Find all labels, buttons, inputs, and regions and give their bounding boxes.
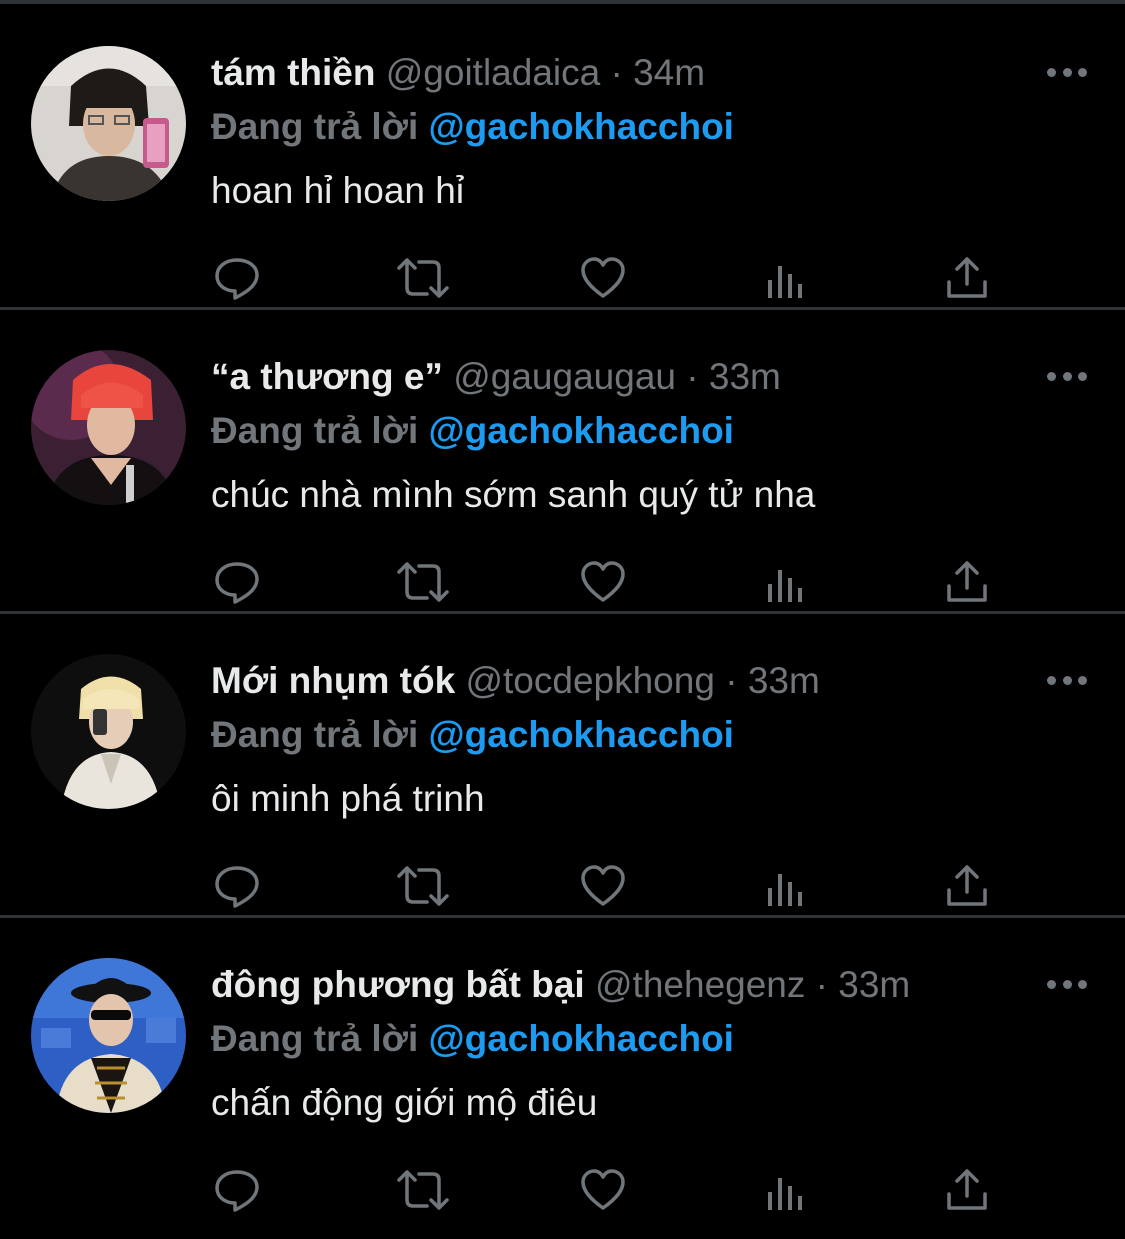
replying-to-label: Đang trả lời bbox=[211, 1018, 419, 1059]
display-name[interactable]: đông phương bất bại bbox=[211, 964, 585, 1005]
tweet-actions bbox=[213, 558, 993, 606]
views-bar-chart-icon[interactable] bbox=[762, 1166, 810, 1214]
replying-to-handle[interactable]: @gachokhacchoi bbox=[429, 106, 734, 147]
timestamp[interactable]: 33m bbox=[709, 356, 781, 397]
avatar[interactable] bbox=[31, 350, 186, 505]
reply-bubble-icon[interactable] bbox=[213, 1166, 261, 1214]
replying-to-label: Đang trả lời bbox=[211, 410, 419, 451]
tweet-actions bbox=[213, 254, 993, 302]
separator-dot: · bbox=[686, 356, 699, 397]
user-handle[interactable]: @gaugaugau bbox=[453, 356, 676, 397]
separator-dot: · bbox=[725, 660, 738, 701]
avatar[interactable] bbox=[31, 654, 186, 809]
separator-dot: · bbox=[815, 964, 828, 1005]
retweet-arrows-icon[interactable] bbox=[393, 1166, 449, 1214]
avatar[interactable] bbox=[31, 46, 186, 201]
retweet-arrows-icon[interactable] bbox=[393, 254, 449, 302]
more-horizontal-icon[interactable] bbox=[1047, 366, 1087, 386]
replying-to-handle[interactable]: @gachokhacchoi bbox=[429, 410, 734, 451]
reply-bubble-icon[interactable] bbox=[213, 862, 261, 910]
heart-outline-icon[interactable] bbox=[579, 862, 627, 910]
avatar[interactable] bbox=[31, 958, 186, 1113]
tweet-header: tám thiền @goitladaica · 34m bbox=[211, 48, 705, 98]
heart-outline-icon[interactable] bbox=[579, 1166, 627, 1214]
tweet-actions bbox=[213, 862, 993, 910]
tweet-text: ôi minh phá trinh bbox=[211, 778, 485, 819]
user-handle[interactable]: @tocdepkhong bbox=[465, 660, 714, 701]
tweet-text: chúc nhà mình sớm sanh quý tử nha bbox=[211, 474, 816, 515]
tweet[interactable]: Mới nhụm tók @tocdepkhong · 33m Đang trả… bbox=[0, 614, 1125, 918]
tweet-text: chấn động giới mộ điêu bbox=[211, 1082, 598, 1123]
display-name[interactable]: Mới nhụm tók bbox=[211, 660, 455, 701]
views-bar-chart-icon[interactable] bbox=[762, 862, 810, 910]
more-horizontal-icon[interactable] bbox=[1047, 670, 1087, 690]
reply-bubble-icon[interactable] bbox=[213, 254, 261, 302]
tweet[interactable]: tám thiền @goitladaica · 34m Đang trả lờ… bbox=[0, 6, 1125, 310]
tweet-header: Mới nhụm tók @tocdepkhong · 33m bbox=[211, 656, 820, 706]
share-upload-icon[interactable] bbox=[943, 254, 991, 302]
display-name[interactable]: tám thiền bbox=[211, 52, 375, 93]
replying-to: Đang trả lời @gachokhacchoi bbox=[211, 710, 734, 760]
reply-feed: tám thiền @goitladaica · 34m Đang trả lờ… bbox=[0, 6, 1125, 1222]
tweet-header: “a thương e” @gaugaugau · 33m bbox=[211, 352, 781, 402]
tweet[interactable]: đông phương bất bại @thehegenz · 33m Đan… bbox=[0, 918, 1125, 1222]
tweet[interactable]: “a thương e” @gaugaugau · 33m Đang trả l… bbox=[0, 310, 1125, 614]
replying-to: Đang trả lời @gachokhacchoi bbox=[211, 406, 734, 456]
user-handle[interactable]: @goitladaica bbox=[386, 52, 600, 93]
views-bar-chart-icon[interactable] bbox=[762, 254, 810, 302]
timestamp[interactable]: 33m bbox=[748, 660, 820, 701]
retweet-arrows-icon[interactable] bbox=[393, 862, 449, 910]
share-upload-icon[interactable] bbox=[943, 1166, 991, 1214]
display-name[interactable]: “a thương e” bbox=[211, 356, 443, 397]
tweet-header: đông phương bất bại @thehegenz · 33m bbox=[211, 960, 910, 1010]
heart-outline-icon[interactable] bbox=[579, 558, 627, 606]
more-horizontal-icon[interactable] bbox=[1047, 62, 1087, 82]
replying-to-label: Đang trả lời bbox=[211, 106, 419, 147]
replying-to-handle[interactable]: @gachokhacchoi bbox=[429, 714, 734, 755]
replying-to-label: Đang trả lời bbox=[211, 714, 419, 755]
share-upload-icon[interactable] bbox=[943, 558, 991, 606]
tweet-actions bbox=[213, 1166, 993, 1214]
heart-outline-icon[interactable] bbox=[579, 254, 627, 302]
tweet-text: hoan hỉ hoan hỉ bbox=[211, 170, 465, 211]
retweet-arrows-icon[interactable] bbox=[393, 558, 449, 606]
reply-bubble-icon[interactable] bbox=[213, 558, 261, 606]
timestamp[interactable]: 34m bbox=[633, 52, 705, 93]
separator-dot: · bbox=[610, 52, 623, 93]
replying-to: Đang trả lời @gachokhacchoi bbox=[211, 102, 734, 152]
share-upload-icon[interactable] bbox=[943, 862, 991, 910]
user-handle[interactable]: @thehegenz bbox=[595, 964, 805, 1005]
timestamp[interactable]: 33m bbox=[838, 964, 910, 1005]
replying-to: Đang trả lời @gachokhacchoi bbox=[211, 1014, 734, 1064]
top-divider bbox=[0, 0, 1125, 4]
replying-to-handle[interactable]: @gachokhacchoi bbox=[429, 1018, 734, 1059]
views-bar-chart-icon[interactable] bbox=[762, 558, 810, 606]
more-horizontal-icon[interactable] bbox=[1047, 974, 1087, 994]
